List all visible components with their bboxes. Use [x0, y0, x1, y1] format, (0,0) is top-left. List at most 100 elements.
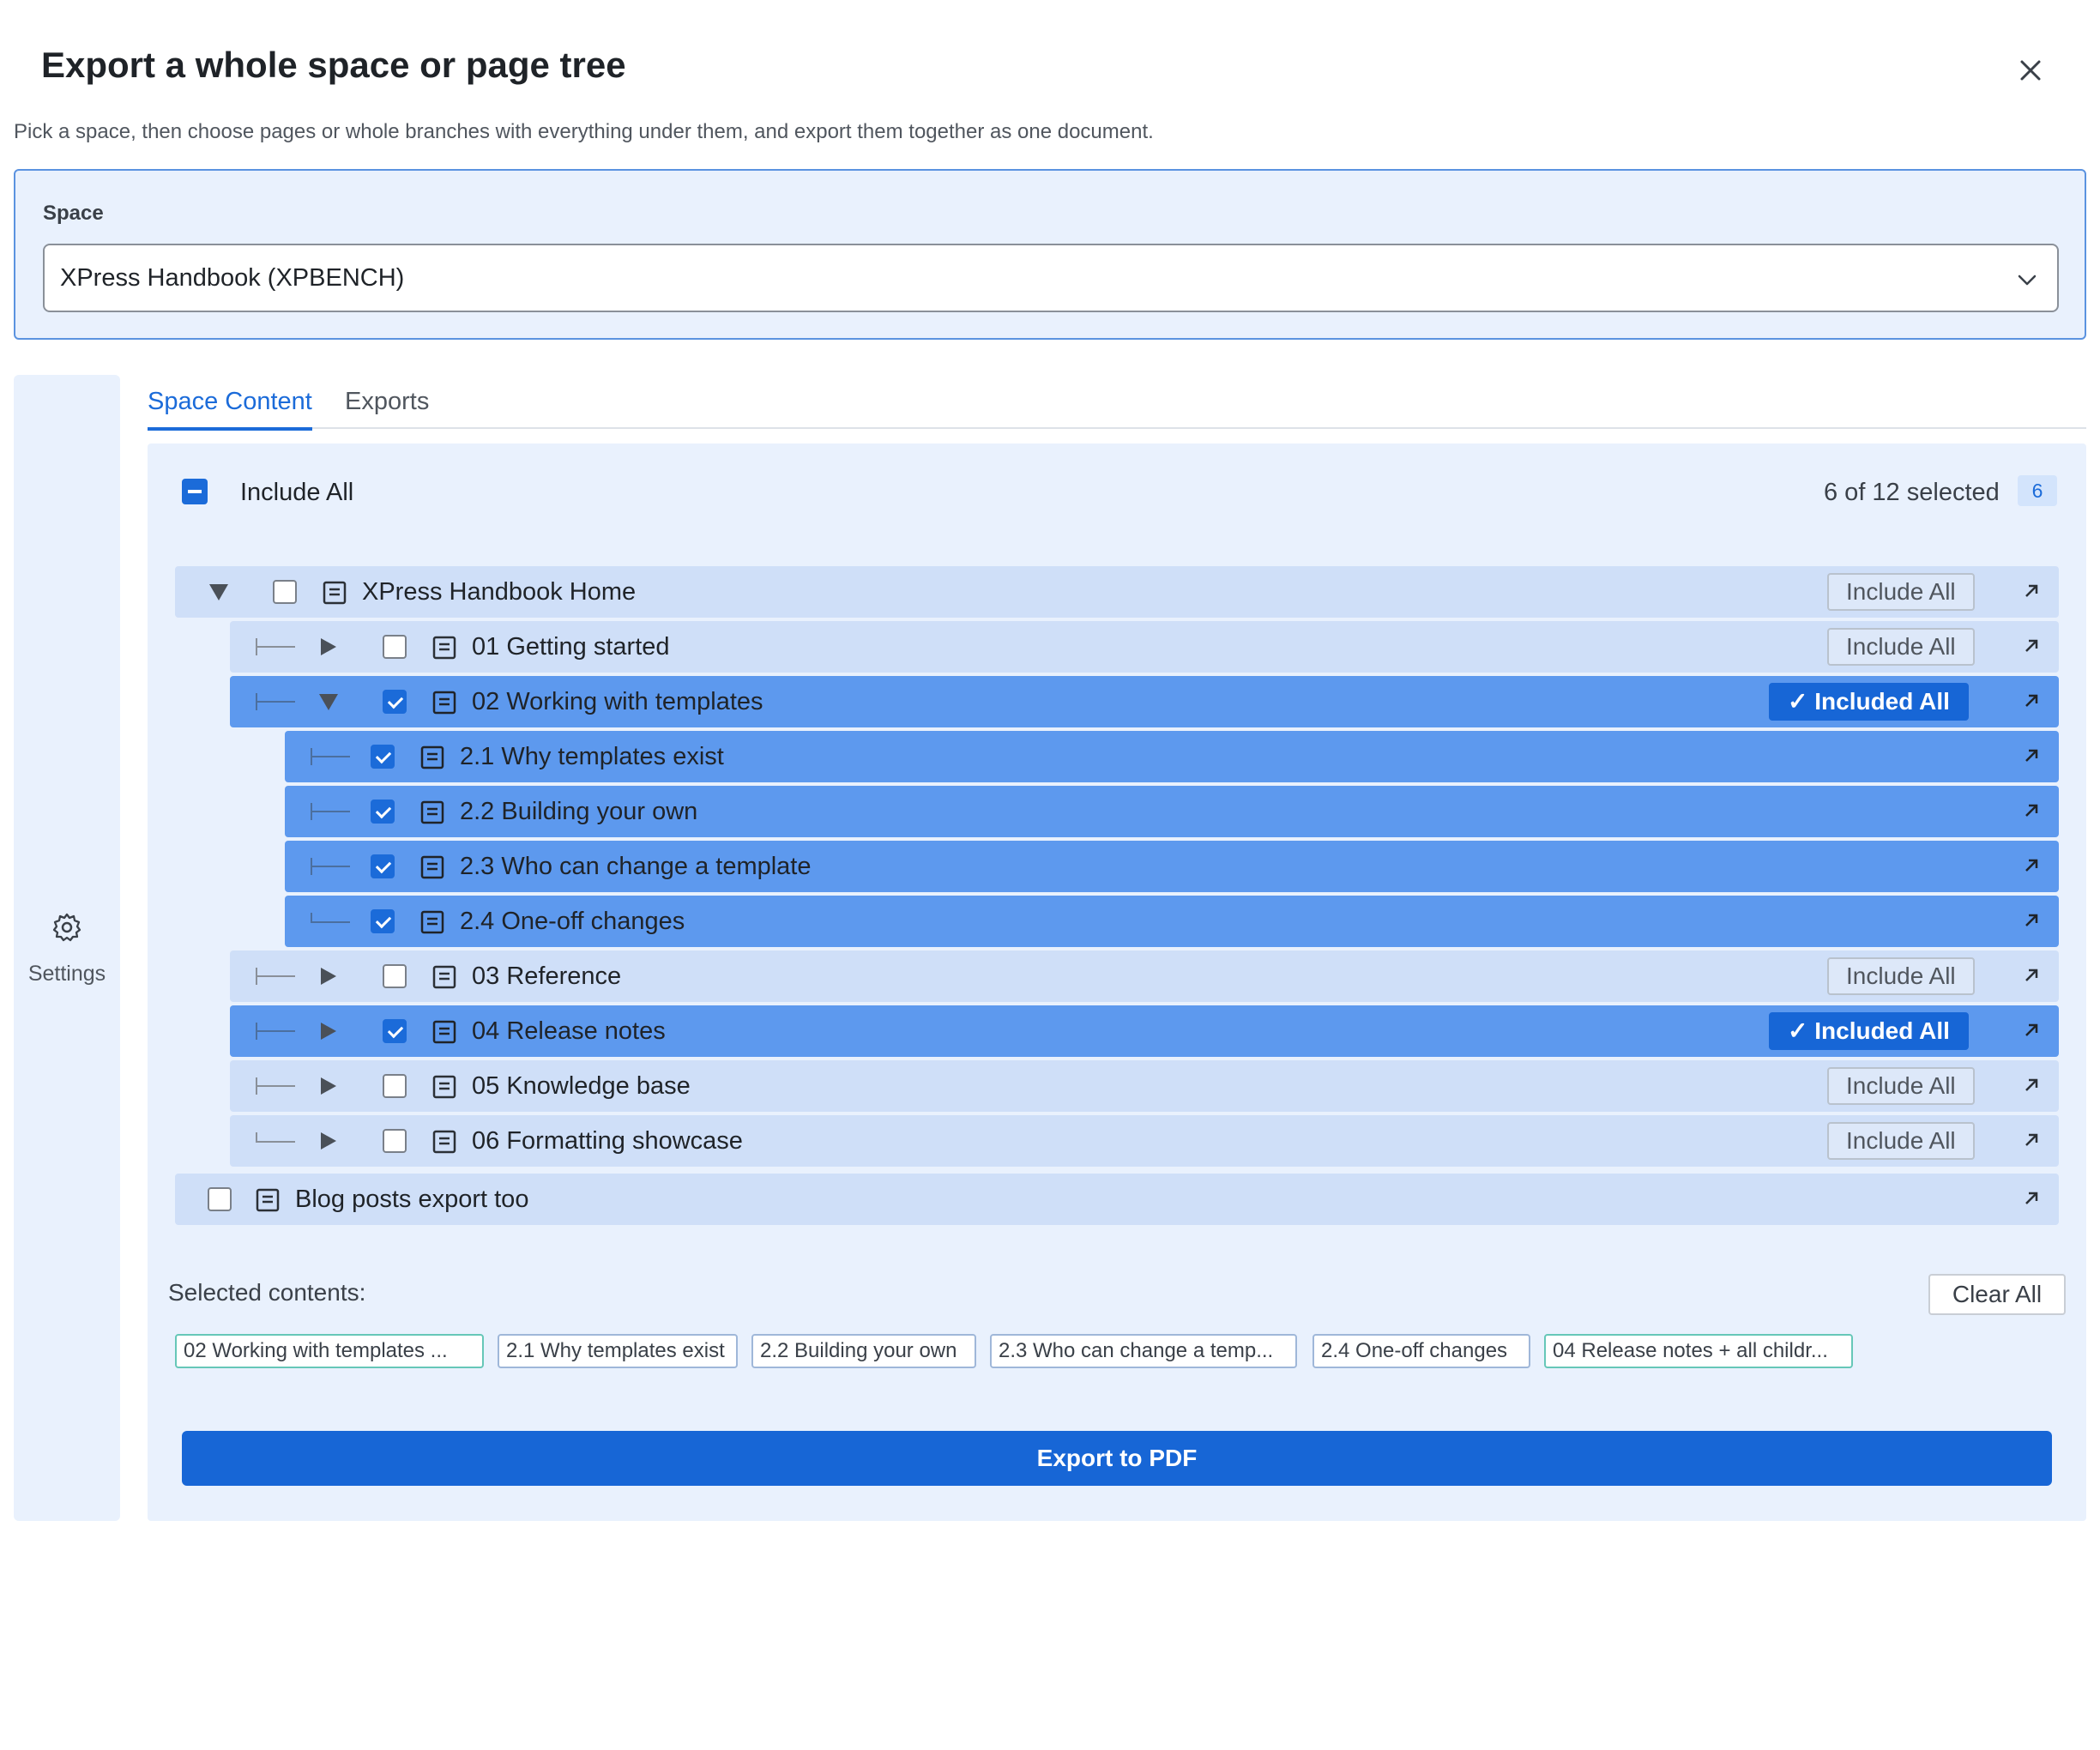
expand-triangle-icon[interactable]: [321, 1023, 336, 1040]
space-select-value: XPress Handbook (XPBENCH): [60, 264, 405, 292]
row-checkbox[interactable]: [371, 854, 395, 878]
page-icon: [420, 745, 444, 769]
page-icon: [432, 691, 456, 715]
included-all-button[interactable]: ✓ Included All: [1769, 1012, 1969, 1050]
open-external-icon[interactable]: [2021, 800, 2042, 821]
tab-exports[interactable]: Exports: [345, 388, 429, 416]
row-checkbox[interactable]: [383, 690, 407, 714]
space-label: Space: [43, 202, 104, 225]
space-select[interactable]: XPress Handbook (XPBENCH): [43, 244, 2059, 312]
open-external-icon[interactable]: [2021, 1130, 2042, 1150]
tree-connector: [311, 913, 352, 923]
row-checkbox[interactable]: [371, 909, 395, 933]
row-checkbox[interactable]: [371, 800, 395, 824]
include-all-label: Include All: [240, 479, 354, 506]
row-label: 2.2 Building your own: [460, 798, 698, 825]
tab-space-content[interactable]: Space Content: [148, 388, 312, 431]
selected-count-badge: 6: [2018, 475, 2057, 506]
clear-all-button[interactable]: Clear All: [1928, 1274, 2066, 1315]
row-label: 06 Formatting showcase: [472, 1127, 743, 1155]
open-external-icon[interactable]: [2021, 1188, 2042, 1209]
row-label: 05 Knowledge base: [472, 1072, 691, 1100]
selected-chip[interactable]: 04 Release notes + all childr...: [1544, 1334, 1853, 1368]
expand-triangle-icon[interactable]: [321, 968, 336, 985]
tree-row-who-can-change-template[interactable]: 2.3 Who can change a template: [285, 841, 2059, 892]
tree-row-blog-posts[interactable]: Blog posts export too: [175, 1174, 2059, 1225]
tree-connector: [256, 1023, 297, 1040]
settings-label[interactable]: Settings: [14, 962, 120, 987]
expand-triangle-icon[interactable]: [321, 1132, 336, 1150]
tree-row-formatting-showcase[interactable]: 06 Formatting showcase Include All: [230, 1115, 2059, 1167]
open-external-icon[interactable]: [2021, 910, 2042, 931]
open-external-icon[interactable]: [2021, 691, 2042, 711]
tree-connector: [256, 693, 297, 710]
tree-connector: [311, 803, 352, 820]
expand-triangle-icon[interactable]: [321, 638, 336, 655]
row-checkbox[interactable]: [383, 1129, 407, 1153]
row-checkbox[interactable]: [371, 745, 395, 769]
page-icon: [323, 581, 347, 605]
open-external-icon[interactable]: [2021, 855, 2042, 876]
tree-row-home[interactable]: XPress Handbook Home Include All: [175, 566, 2059, 618]
row-label: 2.1 Why templates exist: [460, 743, 724, 770]
tree-connector: [256, 638, 297, 655]
page-icon: [432, 965, 456, 989]
row-checkbox[interactable]: [383, 964, 407, 988]
tree-row-why-templates-exist[interactable]: 2.1 Why templates exist: [285, 731, 2059, 782]
row-label: Blog posts export too: [295, 1186, 529, 1213]
tree-connector: [256, 1132, 297, 1143]
collapse-triangle-icon[interactable]: [319, 694, 338, 710]
expand-triangle-icon[interactable]: [321, 1077, 336, 1095]
row-checkbox[interactable]: [383, 1074, 407, 1098]
included-all-button[interactable]: ✓ Included All: [1769, 683, 1969, 721]
row-label: 01 Getting started: [472, 633, 670, 661]
row-checkbox[interactable]: [383, 1019, 407, 1043]
selected-chip[interactable]: 02 Working with templates ...: [175, 1334, 484, 1368]
include-all-button[interactable]: Include All: [1827, 628, 1975, 666]
page-icon: [432, 636, 456, 660]
row-checkbox[interactable]: [208, 1187, 232, 1211]
tree-row-getting-started[interactable]: 01 Getting started Include All: [230, 621, 2059, 673]
row-label: XPress Handbook Home: [362, 578, 637, 606]
export-to-pdf-button[interactable]: Export to PDF: [182, 1431, 2052, 1486]
include-all-button[interactable]: Include All: [1827, 1122, 1975, 1160]
row-label: 03 Reference: [472, 962, 622, 990]
open-external-icon[interactable]: [2021, 1075, 2042, 1095]
open-external-icon[interactable]: [2021, 636, 2042, 656]
collapse-triangle-icon[interactable]: [209, 584, 228, 600]
selected-chip[interactable]: 2.3 Who can change a temp...: [990, 1334, 1297, 1368]
page-icon: [420, 855, 444, 879]
tree-row-release-notes[interactable]: 04 Release notes ✓ Included All: [230, 1005, 2059, 1057]
include-all-checkbox[interactable]: [182, 479, 208, 504]
selected-chip[interactable]: 2.2 Building your own: [751, 1334, 976, 1368]
open-external-icon[interactable]: [2021, 1020, 2042, 1041]
page-icon: [256, 1188, 280, 1212]
close-button[interactable]: [2012, 51, 2049, 89]
page-icon: [432, 1020, 456, 1044]
selected-chip[interactable]: 2.1 Why templates exist: [498, 1334, 738, 1368]
selected-chip[interactable]: 2.4 One-off changes: [1312, 1334, 1530, 1368]
tree-row-one-off-changes[interactable]: 2.4 One-off changes: [285, 896, 2059, 947]
open-external-icon[interactable]: [2021, 965, 2042, 986]
selected-count: 6 of 12 selected: [1824, 479, 2000, 506]
page-icon: [420, 910, 444, 934]
row-checkbox[interactable]: [383, 635, 407, 659]
row-checkbox[interactable]: [273, 580, 297, 604]
row-label: 2.3 Who can change a template: [460, 853, 812, 880]
include-all-button[interactable]: Include All: [1827, 957, 1975, 995]
tree-connector: [256, 968, 297, 985]
space-picker-panel: Space XPress Handbook (XPBENCH): [14, 169, 2086, 340]
open-external-icon[interactable]: [2021, 581, 2042, 601]
tree-row-building-your-own[interactable]: 2.2 Building your own: [285, 786, 2059, 837]
tree-row-working-with-templates[interactable]: 02 Working with templates ✓ Included All: [230, 676, 2059, 727]
tree-row-knowledge-base[interactable]: 05 Knowledge base Include All: [230, 1060, 2059, 1112]
tab-bar: Space Content Exports: [148, 377, 2086, 431]
row-label: 2.4 One-off changes: [460, 908, 685, 935]
gear-icon[interactable]: [51, 912, 82, 943]
include-all-button[interactable]: Include All: [1827, 1067, 1975, 1105]
dialog-title: Export a whole space or page tree: [41, 45, 626, 85]
space-content-panel: Include All 6 of 12 selected 6 XPress Ha…: [148, 444, 2086, 1521]
include-all-button[interactable]: Include All: [1827, 573, 1975, 611]
tree-row-reference[interactable]: 03 Reference Include All: [230, 950, 2059, 1002]
open-external-icon[interactable]: [2021, 745, 2042, 766]
